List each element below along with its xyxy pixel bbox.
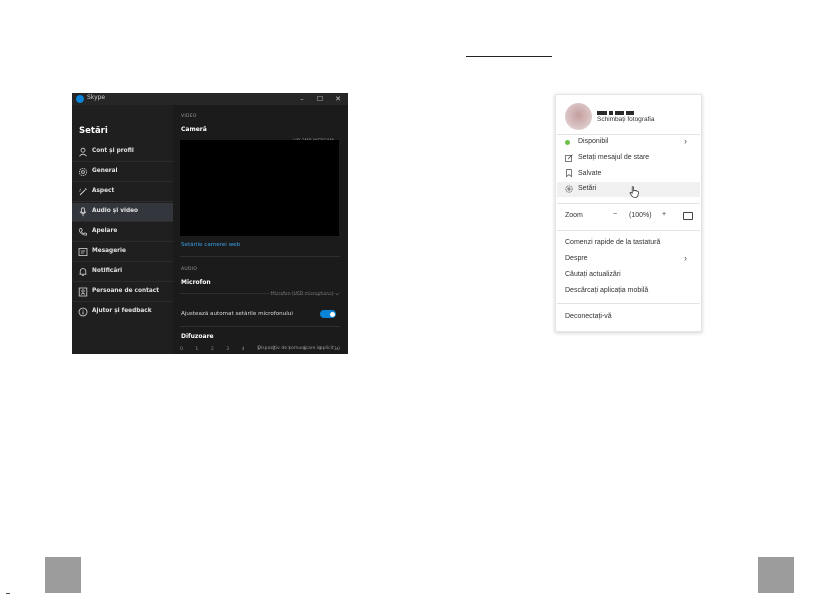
sidebar-item-help[interactable]: Ajutor și feedback <box>72 303 173 322</box>
speakers-label: Difuzoare <box>181 333 214 340</box>
saved-item[interactable]: Salvate <box>578 170 601 177</box>
about-item[interactable]: Despre <box>565 255 588 262</box>
redaction-mark <box>597 110 607 115</box>
zoom-label: Zoom <box>565 212 583 219</box>
divider <box>180 256 340 257</box>
sidebar-item-label: Ajutor și feedback <box>92 308 152 314</box>
microphone-icon <box>79 207 87 217</box>
redaction-mark <box>609 110 613 115</box>
microphone-label: Microfon <box>181 279 211 286</box>
set-status-message[interactable]: Setați mesajul de stare <box>578 154 649 161</box>
sidebar-item-notifications[interactable]: Notificări <box>72 263 173 282</box>
scale-tick: 3 <box>226 347 230 352</box>
zoom-value: (100%) <box>629 212 652 219</box>
minimize-button[interactable]: – <box>293 93 311 105</box>
scale-tick: 9 <box>318 347 322 352</box>
chat-icon <box>78 248 88 256</box>
sidebar-item-label: Aspect <box>92 188 115 194</box>
skype-settings-window: Skype – ☐ ✕ Setări Cont și profil Genera… <box>72 93 348 354</box>
sidebar-item-appearance[interactable]: Aspect <box>72 183 173 202</box>
sidebar-item-audio-video[interactable]: Audio și video <box>72 203 173 222</box>
check-updates-item[interactable]: Căutați actualizări <box>565 271 621 278</box>
sidebar-item-calling[interactable]: Apelare <box>72 223 173 242</box>
hand-cursor-icon <box>629 186 639 198</box>
change-photo-link[interactable]: Schimbați fotografia <box>597 116 654 123</box>
page-marker-left <box>45 557 81 593</box>
title-bar: Skype – ☐ ✕ <box>72 93 348 105</box>
divider <box>557 134 700 135</box>
gear-icon <box>79 168 87 176</box>
redaction-mark <box>626 110 634 115</box>
microphone-select[interactable]: Microfon (USB microphone) ⌄ <box>252 280 339 299</box>
sidebar-item-messaging[interactable]: Mesagerie <box>72 243 173 262</box>
sidebar-item-label: Persoane de contact <box>92 288 159 294</box>
status-dot-icon <box>565 140 570 145</box>
maximize-button[interactable]: ☐ <box>311 93 329 105</box>
phone-icon <box>79 228 87 236</box>
redacted-user-name <box>597 104 637 115</box>
webcam-settings-link[interactable]: Setările camerei web <box>181 242 240 248</box>
sign-out-item[interactable]: Deconectați-vă <box>565 313 612 320</box>
sidebar-item-contacts[interactable]: Persoane de contact <box>72 283 173 302</box>
app-title: Skype <box>87 94 106 101</box>
sidebar-item-label: Cont și profil <box>92 148 134 154</box>
scale-tick: 7 <box>287 347 291 352</box>
sidebar-item-label: Audio și video <box>92 208 139 214</box>
top-rule <box>466 56 552 57</box>
info-icon <box>78 307 88 317</box>
divider <box>557 303 700 304</box>
sidebar-item-account[interactable]: Cont și profil <box>72 143 173 162</box>
skype-logo-icon <box>76 95 84 103</box>
close-button[interactable]: ✕ <box>329 93 347 105</box>
toggle-knob <box>329 311 335 317</box>
zoom-in-button[interactable]: + <box>662 211 666 218</box>
scale-tick: 5 <box>257 347 260 352</box>
redaction-mark <box>615 110 624 115</box>
page-marker-right <box>758 557 794 593</box>
wand-icon <box>79 188 87 196</box>
contacts-icon <box>78 287 88 297</box>
sidebar-item-general[interactable]: General <box>72 163 173 182</box>
bookmark-icon <box>566 169 572 177</box>
scale-tick: 4 <box>241 347 245 352</box>
scale-tick: 2 <box>210 347 214 352</box>
download-mobile-item[interactable]: Descărcați aplicația mobilă <box>565 287 648 294</box>
sidebar-item-label: Notificări <box>92 268 123 274</box>
audio-section-label: AUDIO <box>181 267 198 272</box>
person-icon <box>79 147 87 157</box>
status-available[interactable]: Disponibil <box>578 138 608 145</box>
keyboard-shortcuts-item[interactable]: Comenzi rapide de la tastatură <box>565 239 660 246</box>
scale-tick: 0 <box>180 347 183 352</box>
auto-adjust-label: Ajustează automat setările microfonului <box>181 311 293 317</box>
bell-icon <box>79 268 87 276</box>
chevron-right-icon[interactable]: › <box>684 253 687 263</box>
edit-status-icon <box>565 154 573 162</box>
sidebar-item-label: Mesagerie <box>92 248 126 254</box>
fullscreen-icon[interactable] <box>683 212 693 220</box>
auto-adjust-toggle[interactable] <box>320 310 336 318</box>
settings-item[interactable]: Setări <box>578 185 596 192</box>
avatar[interactable] <box>565 103 592 130</box>
scale-tick: 1 <box>195 347 199 352</box>
camera-preview <box>180 140 339 236</box>
divider <box>180 293 340 294</box>
volume-scale[interactable]: 0 1 2 3 4 5 6 7 8 9 10 <box>180 347 340 352</box>
corner-mark <box>6 593 10 594</box>
video-section-label: VIDEO <box>181 114 197 119</box>
divider <box>180 326 340 327</box>
zoom-out-button[interactable]: − <box>613 211 617 218</box>
scale-tick: 6 <box>272 347 276 352</box>
gear-icon <box>565 185 573 193</box>
divider <box>557 203 700 204</box>
camera-label: Cameră <box>181 126 207 133</box>
sidebar-item-label: General <box>92 168 118 174</box>
scale-tick: 10 <box>334 347 340 352</box>
scale-tick: 8 <box>303 347 307 352</box>
divider <box>557 230 700 231</box>
sidebar-item-label: Apelare <box>92 228 118 234</box>
chevron-right-icon[interactable]: › <box>684 136 687 146</box>
settings-heading: Setări <box>79 126 108 136</box>
